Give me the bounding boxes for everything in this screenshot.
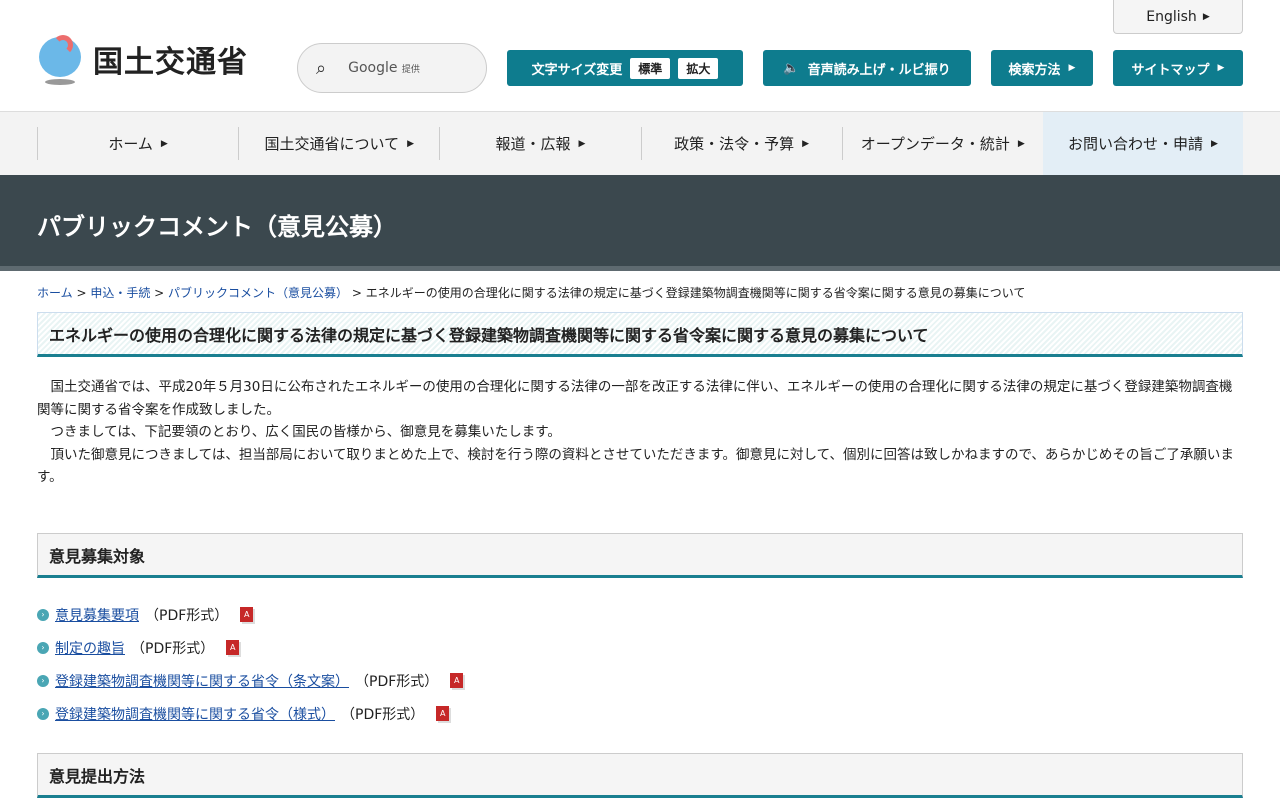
chevron-circle-icon: › — [37, 707, 49, 720]
pdf-icon: A — [436, 706, 450, 721]
paragraph: 国土交通省では、平成20年５月30日に公布されたエネルギーの使用の合理化に関する… — [37, 379, 1233, 418]
triangle-right-icon: ▶ — [578, 138, 586, 149]
document-list: › 意見募集要項 （PDF形式） A › 制定の趣旨 （PDF形式） A › 登録建築物調査機… — [37, 598, 464, 730]
section-heading-targets: 意見募集対象 — [37, 533, 1243, 578]
breadcrumb: ホーム > 申込・手続 > パブリックコメント（意見公募） > エネルギーの使用… — [37, 286, 1026, 300]
font-size-control: 文字サイズ変更 標準 拡大 — [507, 50, 743, 86]
english-link[interactable]: English ▶ — [1113, 0, 1243, 34]
list-item: › 登録建築物調査機関等に関する省令（条文案） （PDF形式） A — [37, 664, 464, 697]
search-box[interactable]: ⌕ Google 提供 — [297, 43, 487, 93]
pdf-icon: A — [450, 673, 464, 688]
nav-label: 国土交通省について — [264, 135, 400, 153]
pdf-icon: A — [226, 640, 240, 655]
page-banner: パブリックコメント（意見公募） — [0, 175, 1280, 271]
sitemap-label: サイトマップ — [1131, 62, 1210, 78]
document-link[interactable]: 登録建築物調査機関等に関する省令（条文案） — [55, 671, 349, 691]
font-large-button[interactable]: 拡大 — [678, 57, 719, 79]
nav-label: 政策・法令・予算 — [674, 135, 795, 153]
nav-contact[interactable]: お問い合わせ・申請 ▶ — [1042, 112, 1244, 175]
logo[interactable]: 国土交通省 — [37, 33, 248, 85]
page-title: エネルギーの使用の合理化に関する法律の規定に基づく登録建築物調査機関等に関する省… — [37, 312, 1243, 357]
nav-about[interactable]: 国土交通省について ▶ — [238, 127, 439, 160]
breadcrumb-home[interactable]: ホーム — [37, 286, 73, 300]
search-brand: Google — [348, 60, 398, 76]
file-type: （PDF形式） — [355, 673, 439, 690]
document-link[interactable]: 制定の趣旨 — [55, 638, 125, 658]
nav-label: 報道・広報 — [495, 135, 571, 153]
english-label: English — [1146, 8, 1197, 25]
pdf-icon: A — [240, 607, 254, 622]
nav-press[interactable]: 報道・広報 ▶ — [439, 127, 640, 160]
search-method-label: 検索方法 — [1008, 62, 1061, 78]
font-size-label: 文字サイズ変更 — [531, 62, 623, 78]
sitemap-button[interactable]: サイトマップ ▶ — [1113, 50, 1243, 86]
nav-label: ホーム — [108, 135, 153, 153]
triangle-right-icon: ▶ — [1068, 63, 1076, 73]
triangle-right-icon: ▶ — [160, 138, 168, 149]
document-link[interactable]: 意見募集要項 — [55, 605, 139, 625]
list-item: › 意見募集要項 （PDF形式） A — [37, 598, 463, 631]
voice-button[interactable]: 🔈 音声読み上げ・ルビ振り — [763, 50, 971, 86]
main-nav: ホーム ▶ 国土交通省について ▶ 報道・広報 ▶ 政策・法令・予算 ▶ オープンデータ… — [0, 111, 1280, 175]
nav-label: お問い合わせ・申請 — [1067, 135, 1203, 153]
triangle-right-icon: ▶ — [802, 138, 810, 149]
triangle-right-icon: ▶ — [1202, 11, 1210, 22]
chevron-circle-icon: › — [37, 641, 49, 654]
breadcrumb-procedures[interactable]: 申込・手続 — [90, 286, 150, 300]
file-type: （PDF形式） — [341, 706, 425, 723]
chevron-circle-icon: › — [37, 674, 49, 687]
search-icon: ⌕ — [316, 57, 327, 79]
paragraph: つきましては、下記要領のとおり、広く国民の皆様から、御意見を募集いたします。 — [37, 424, 561, 440]
triangle-right-icon: ▶ — [1217, 63, 1225, 73]
document-link[interactable]: 登録建築物調査機関等に関する省令（様式） — [55, 704, 335, 724]
chevron-circle-icon: › — [37, 608, 49, 621]
triangle-right-icon: ▶ — [1017, 138, 1025, 149]
search-suffix: 提供 — [401, 65, 420, 75]
breadcrumb-current: エネルギーの使用の合理化に関する法律の規定に基づく登録建築物調査機関等に関する省… — [365, 286, 1026, 300]
file-type: （PDF形式） — [131, 640, 215, 657]
breadcrumb-public-comment[interactable]: パブリックコメント（意見公募） — [168, 286, 348, 300]
logo-text: 国土交通省 — [93, 45, 248, 80]
font-standard-button[interactable]: 標準 — [630, 57, 671, 79]
intro-text: 国土交通省では、平成20年５月30日に公布されたエネルギーの使用の合理化に関する… — [37, 376, 1243, 489]
list-item: › 制定の趣旨 （PDF形式） A — [37, 631, 463, 664]
voice-label: 音声読み上げ・ルビ振り — [807, 62, 951, 78]
list-item: › 登録建築物調査機関等に関する省令（様式） （PDF形式） A — [37, 697, 463, 730]
nav-opendata[interactable]: オープンデータ・統計 ▶ — [841, 127, 1043, 160]
triangle-right-icon: ▶ — [1210, 138, 1218, 149]
file-type: （PDF形式） — [145, 607, 229, 624]
triangle-right-icon: ▶ — [407, 138, 414, 149]
speaker-icon: 🔈 — [783, 60, 800, 76]
nav-label: オープンデータ・統計 — [860, 135, 1010, 153]
nav-home[interactable]: ホーム ▶ — [37, 127, 238, 160]
paragraph: 頂いた御意見につきましては、担当部局において取りまとめた上で、検討を行う際の資料… — [37, 446, 1234, 486]
mlit-logo-icon — [37, 33, 85, 85]
nav-policy[interactable]: 政策・法令・予算 ▶ — [640, 127, 842, 160]
section-heading-submission: 意見提出方法 — [37, 753, 1243, 798]
search-method-button[interactable]: 検索方法 ▶ — [991, 50, 1093, 86]
